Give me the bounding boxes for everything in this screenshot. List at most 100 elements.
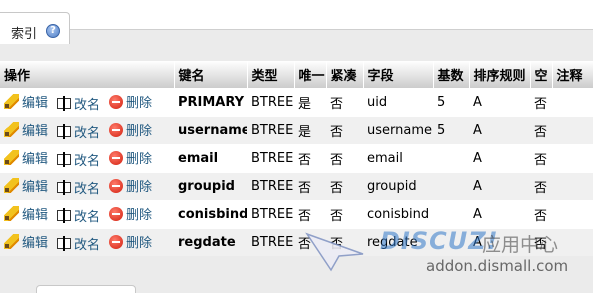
drop-link-label: 删除 bbox=[126, 124, 153, 139]
cell-keyname: groupid bbox=[174, 171, 247, 200]
cell-unique: 否 bbox=[294, 143, 326, 172]
header-cardinality[interactable]: 基数 bbox=[432, 61, 470, 88]
cell-packed: 否 bbox=[326, 199, 363, 228]
indexes-table: 操作 键名 类型 唯一 紧凑 字段 基数 排序规则 空 注释 编辑 改名 删除 PRI… bbox=[0, 61, 593, 256]
edit-link-label: 编辑 bbox=[22, 151, 49, 167]
indexes-table-wrap: 操作 键名 类型 唯一 紧凑 字段 基数 排序规则 空 注释 编辑 改名 删除 PRI… bbox=[0, 61, 593, 256]
drop-link-label: 删除 bbox=[126, 236, 153, 252]
cell-keyname: email bbox=[174, 143, 247, 172]
table-row: 编辑 改名 删除 username BTREE 是否 username 5 A 否 bbox=[0, 115, 593, 144]
rename-link-label: 改名 bbox=[74, 153, 101, 169]
help-icon[interactable]: ? bbox=[46, 24, 60, 38]
cell-packed: 否 bbox=[326, 115, 363, 144]
watermark-url: addon.dismall.com bbox=[426, 257, 569, 275]
cell-null: 否 bbox=[530, 199, 552, 228]
cell-collation: A bbox=[469, 115, 530, 144]
header-column[interactable]: 字段 bbox=[362, 61, 434, 88]
drop-icon bbox=[109, 150, 124, 165]
cell-type: BTREE bbox=[247, 227, 294, 256]
rename-icon bbox=[57, 235, 72, 251]
header-actions: 操作 bbox=[0, 61, 175, 88]
drop-link-label: 删除 bbox=[126, 152, 153, 167]
cell-collation: A bbox=[469, 171, 530, 200]
header-unique[interactable]: 唯一 bbox=[293, 61, 327, 88]
cell-collation: A bbox=[469, 87, 530, 116]
drop-link[interactable]: 删除 bbox=[109, 204, 152, 223]
cell-packed: 否 bbox=[326, 171, 363, 200]
edit-link-label: 编辑 bbox=[22, 235, 49, 251]
table-row: 编辑 改名 删除 email BTREE 否否 email A 否 bbox=[0, 143, 593, 172]
table-row: 编辑 改名 删除 PRIMARY BTREE 是否 uid 5 A 否 bbox=[0, 87, 593, 116]
cell-unique: 是 bbox=[294, 87, 326, 116]
cell-comment bbox=[552, 199, 593, 228]
cell-collation: A bbox=[469, 199, 530, 228]
cell-null: 否 bbox=[530, 115, 552, 144]
cell-column: username bbox=[363, 115, 433, 144]
pencil-icon bbox=[4, 177, 19, 193]
pencil-icon bbox=[4, 205, 19, 221]
drop-link[interactable]: 删除 bbox=[109, 120, 152, 139]
watermark-brand: DISCUZ! bbox=[380, 227, 499, 255]
drop-link-label: 删除 bbox=[126, 180, 153, 195]
edit-link[interactable]: 编辑 bbox=[4, 232, 48, 251]
header-keyname[interactable]: 键名 bbox=[173, 61, 248, 88]
cell-type: BTREE bbox=[247, 87, 294, 116]
rename-icon bbox=[57, 123, 72, 139]
rename-link[interactable]: 改名 bbox=[57, 150, 100, 169]
edit-link[interactable]: 编辑 bbox=[4, 176, 48, 195]
header-collation[interactable]: 排序规则 bbox=[468, 61, 531, 88]
cell-null: 否 bbox=[530, 143, 552, 172]
cell-unique: 否 bbox=[294, 171, 326, 200]
cell-keyname: username bbox=[174, 115, 247, 144]
rename-link[interactable]: 改名 bbox=[57, 178, 100, 197]
rename-link[interactable]: 改名 bbox=[57, 206, 100, 225]
cell-packed: 否 bbox=[326, 87, 363, 116]
drop-link[interactable]: 删除 bbox=[109, 148, 152, 167]
indexes-tab[interactable]: 索引 ? bbox=[0, 12, 70, 44]
cell-cardinality bbox=[433, 171, 469, 200]
cell-comment bbox=[552, 115, 593, 144]
indexes-tab-label: 索引 bbox=[11, 27, 38, 42]
watermark-brand-cn: 应用中心 bbox=[482, 234, 559, 256]
header-packed[interactable]: 紧凑 bbox=[325, 61, 364, 88]
cell-comment bbox=[552, 227, 593, 256]
rename-icon bbox=[57, 95, 72, 111]
table-row: 编辑 改名 删除 conisbind BTREE 否否 conisbind A 否 bbox=[0, 199, 593, 228]
rename-link[interactable]: 改名 bbox=[57, 234, 100, 253]
row-actions: 编辑 改名 删除 bbox=[0, 227, 174, 256]
drop-link[interactable]: 删除 bbox=[109, 176, 152, 195]
drop-link[interactable]: 删除 bbox=[109, 232, 152, 251]
watermark-arrow-icon bbox=[305, 232, 364, 272]
edit-link-label: 编辑 bbox=[22, 95, 49, 111]
drop-icon bbox=[109, 178, 124, 193]
drop-icon bbox=[109, 122, 124, 137]
rename-icon bbox=[57, 179, 72, 195]
header-null[interactable]: 空 bbox=[529, 61, 553, 88]
edit-link-label: 编辑 bbox=[22, 123, 49, 139]
rename-link[interactable]: 改名 bbox=[57, 122, 100, 141]
row-actions: 编辑 改名 删除 bbox=[0, 87, 174, 116]
edit-link-label: 编辑 bbox=[22, 179, 49, 195]
cell-column: conisbind bbox=[363, 199, 433, 228]
cell-keyname: PRIMARY bbox=[174, 87, 247, 116]
rename-link-label: 改名 bbox=[74, 209, 101, 225]
row-actions: 编辑 改名 删除 bbox=[0, 199, 174, 228]
pencil-icon bbox=[4, 233, 19, 249]
edit-link[interactable]: 编辑 bbox=[4, 148, 48, 167]
edit-link[interactable]: 编辑 bbox=[4, 120, 48, 139]
pencil-icon bbox=[4, 93, 19, 109]
cell-unique: 否 bbox=[294, 199, 326, 228]
pencil-icon bbox=[4, 121, 19, 137]
cell-cardinality: 5 bbox=[433, 115, 469, 144]
header-comment[interactable]: 注释 bbox=[551, 61, 593, 88]
rename-link[interactable]: 改名 bbox=[57, 94, 100, 113]
cell-cardinality bbox=[433, 199, 469, 228]
edit-link[interactable]: 编辑 bbox=[4, 92, 48, 111]
cell-comment bbox=[552, 143, 593, 172]
pencil-icon bbox=[4, 149, 19, 165]
rename-link-label: 改名 bbox=[74, 97, 101, 113]
cell-type: BTREE bbox=[247, 171, 294, 200]
edit-link[interactable]: 编辑 bbox=[4, 204, 48, 223]
header-type[interactable]: 类型 bbox=[246, 61, 295, 88]
drop-link[interactable]: 删除 bbox=[109, 92, 152, 111]
